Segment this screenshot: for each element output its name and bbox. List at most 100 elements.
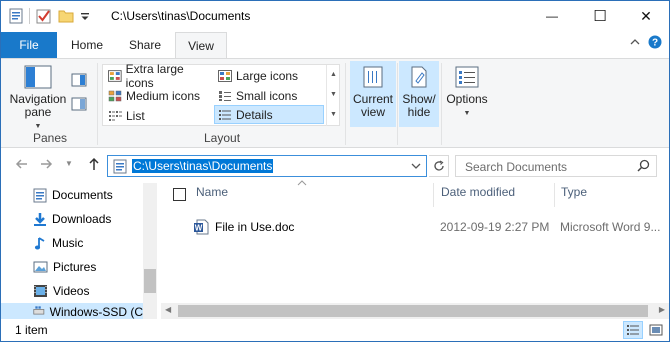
- minimize-button[interactable]: —: [529, 1, 575, 31]
- minimize-icon: —: [546, 9, 558, 23]
- properties-icon[interactable]: [9, 8, 23, 24]
- pictures-icon: [33, 261, 48, 273]
- navigation-pane-scrollbar[interactable]: [143, 183, 157, 319]
- navigation-pane-label-2: pane: [24, 105, 52, 119]
- search-icon[interactable]: [637, 159, 650, 175]
- address-bar[interactable]: C:\Users\tinas\Documents: [107, 155, 427, 177]
- gallery-expand-icon[interactable]: ▼: [327, 105, 340, 125]
- drive-icon: [33, 306, 45, 315]
- chevron-right-icon[interactable]: ▶: [659, 305, 665, 314]
- layout-gallery-scroll[interactable]: ▲ ▼ ▼: [326, 65, 340, 126]
- maximize-button[interactable]: ☐: [577, 1, 623, 31]
- refresh-icon: [433, 160, 444, 171]
- quick-access-toolbar: [9, 8, 90, 24]
- sidebar-item-music[interactable]: Music: [1, 231, 143, 255]
- table-row[interactable]: W File in Use.doc 2012-09-19 2:27 PM Mic…: [181, 217, 669, 237]
- new-folder-icon[interactable]: [58, 8, 74, 24]
- videos-icon: [34, 285, 47, 297]
- extra-large-icons-icon: [108, 69, 122, 82]
- column-header-name[interactable]: Name: [196, 185, 228, 199]
- music-icon: [34, 236, 45, 249]
- list-icon: [109, 110, 122, 121]
- details-view-icon: [627, 325, 639, 335]
- word-document-icon: W: [194, 219, 209, 235]
- layout-item-label: Small icons: [236, 88, 298, 103]
- column-header-type[interactable]: Type: [561, 185, 587, 199]
- current-view-button[interactable]: Current view: [350, 65, 396, 119]
- help-icon: ?: [648, 35, 662, 49]
- chevron-down-icon[interactable]: [80, 8, 90, 24]
- sidebar-item-label: Windows-SSD (C: [49, 305, 143, 319]
- chevron-left-icon[interactable]: ◀: [165, 305, 171, 314]
- chevron-up-icon[interactable]: ▲: [327, 65, 340, 85]
- layout-large-icons[interactable]: Large icons: [215, 66, 323, 85]
- sidebar-item-label: Downloads: [52, 212, 112, 226]
- sidebar-item-windows-ssd[interactable]: Windows-SSD (C: [1, 303, 143, 319]
- layout-item-label: Medium icons: [126, 88, 201, 103]
- file-list-horizontal-scrollbar[interactable]: ◀ ▶: [161, 303, 669, 319]
- tab-share[interactable]: Share: [119, 32, 171, 58]
- chevron-down-icon: ▼: [463, 110, 471, 117]
- tab-home[interactable]: Home: [61, 32, 113, 58]
- sidebar-item-pictures[interactable]: Pictures: [1, 255, 143, 279]
- item-count: 1 item: [15, 323, 48, 337]
- tab-view[interactable]: View: [175, 32, 227, 59]
- up-button[interactable]: [87, 157, 101, 174]
- recent-locations-button[interactable]: ▼: [65, 159, 73, 168]
- layout-medium-icons[interactable]: Medium icons: [105, 86, 213, 105]
- large-icons-icon: [218, 69, 232, 82]
- chevron-down-icon[interactable]: ▼: [327, 85, 340, 105]
- file-name[interactable]: File in Use.doc: [215, 220, 294, 234]
- options-icon: [455, 66, 479, 88]
- ribbon: Navigation pane ▼ Panes Extra large icon…: [1, 58, 669, 148]
- title-bar: C:\Users\tinas\Documents — ☐ ✕: [1, 1, 669, 32]
- sidebar-item-videos[interactable]: Videos: [1, 279, 143, 303]
- navigation-pane-button[interactable]: Navigation pane ▼: [7, 63, 69, 133]
- layout-details[interactable]: Details: [214, 105, 324, 124]
- help-button[interactable]: ?: [648, 35, 662, 52]
- small-icons-icon: [219, 90, 231, 101]
- sort-by-icon: [363, 66, 383, 88]
- address-path[interactable]: C:\Users\tinas\Documents: [132, 159, 274, 173]
- preview-pane-icon[interactable]: [71, 73, 87, 87]
- search-box[interactable]: Search Documents: [455, 155, 657, 177]
- chevron-up-icon[interactable]: [630, 37, 640, 50]
- refresh-button[interactable]: [429, 155, 449, 177]
- layout-small-icons[interactable]: Small icons: [215, 86, 323, 105]
- options-button[interactable]: Options ▼: [442, 65, 492, 120]
- chevron-down-icon[interactable]: [411, 160, 421, 174]
- navigation-pane: Documents Downloads Music Pictures Video…: [1, 183, 157, 319]
- tab-file[interactable]: File: [1, 32, 57, 58]
- layout-extra-large-icons[interactable]: Extra large icons: [105, 62, 213, 90]
- select-all-checkbox[interactable]: [173, 188, 186, 201]
- scrollbar-thumb[interactable]: [178, 305, 648, 317]
- details-pane-icon[interactable]: [71, 97, 87, 111]
- sidebar-item-label: Music: [52, 236, 84, 250]
- back-button[interactable]: [15, 157, 29, 174]
- layout-list[interactable]: List: [105, 106, 213, 125]
- forward-arrow-icon: [41, 159, 53, 169]
- large-icons-view-icon: [649, 324, 663, 336]
- downloads-icon: [34, 212, 46, 226]
- layout-item-label: List: [126, 108, 145, 123]
- details-view-button[interactable]: [623, 321, 643, 339]
- forward-button[interactable]: [39, 157, 53, 174]
- close-button[interactable]: ✕: [623, 1, 669, 31]
- large-icons-view-button[interactable]: [646, 321, 666, 339]
- sidebar-item-downloads[interactable]: Downloads: [1, 207, 143, 231]
- column-header-date-modified[interactable]: Date modified: [441, 185, 515, 199]
- show-hide-icon: [411, 66, 427, 88]
- close-icon: ✕: [640, 7, 652, 24]
- scrollbar-thumb[interactable]: [144, 269, 156, 293]
- show-hide-button[interactable]: Show/ hide: [399, 65, 439, 119]
- panes-group-label: Panes: [33, 131, 68, 145]
- sidebar-item-documents[interactable]: Documents: [1, 183, 143, 207]
- checkmark-icon[interactable]: [36, 8, 52, 24]
- layout-gallery: Extra large icons Large icons Medium ico…: [102, 62, 340, 126]
- details-icon: [219, 109, 231, 120]
- file-date-modified: 2012-09-19 2:27 PM: [440, 220, 550, 234]
- current-view-label-2: view: [360, 105, 385, 119]
- status-bar: 1 item: [1, 319, 669, 341]
- file-list: Name Date modified Type W File in Use.do…: [161, 180, 669, 319]
- search-placeholder[interactable]: Search Documents: [465, 160, 567, 174]
